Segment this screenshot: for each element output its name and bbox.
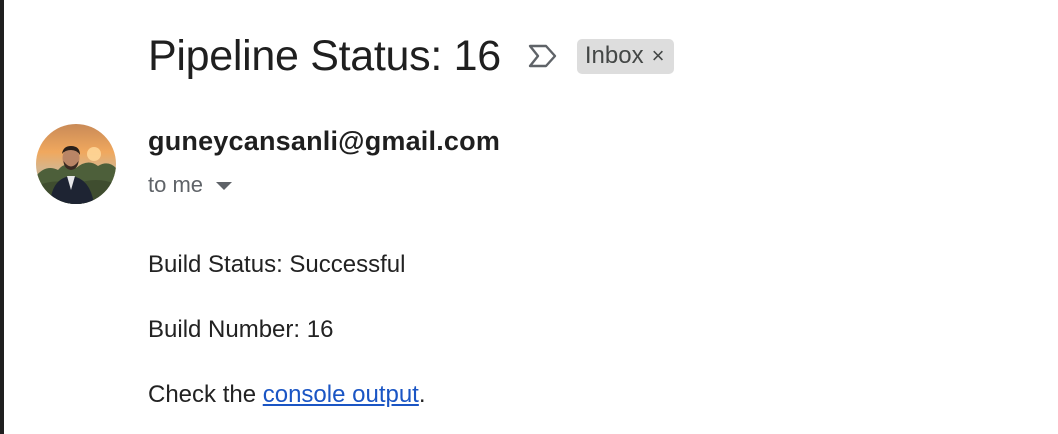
check-suffix-text: . [418, 381, 426, 408]
console-output-line: Check the console output. [148, 381, 426, 409]
build-number-line: Build Number: 16 [148, 316, 334, 343]
importance-marker-icon[interactable] [527, 42, 559, 70]
console-output-link[interactable]: console output [263, 381, 419, 408]
inbox-label-text: Inbox [584, 42, 644, 69]
remove-label-icon[interactable]: × [652, 45, 665, 67]
recipient-text: to me [148, 172, 204, 197]
email-subject: Pipeline Status: 16 [148, 31, 501, 80]
sender-avatar[interactable] [36, 124, 116, 204]
recipient-details-toggle[interactable]: to me [148, 170, 233, 200]
left-window-edge [0, 0, 4, 434]
subject-row: Pipeline Status: 16 Inbox × [148, 28, 675, 84]
sender-email: guneycansanli@gmail.com [148, 126, 501, 156]
caret-down-icon[interactable] [216, 182, 233, 190]
build-status-line: Build Status: Successful [148, 251, 406, 278]
check-prefix-text: Check the [148, 381, 263, 408]
inbox-label-chip[interactable]: Inbox × [576, 38, 675, 74]
